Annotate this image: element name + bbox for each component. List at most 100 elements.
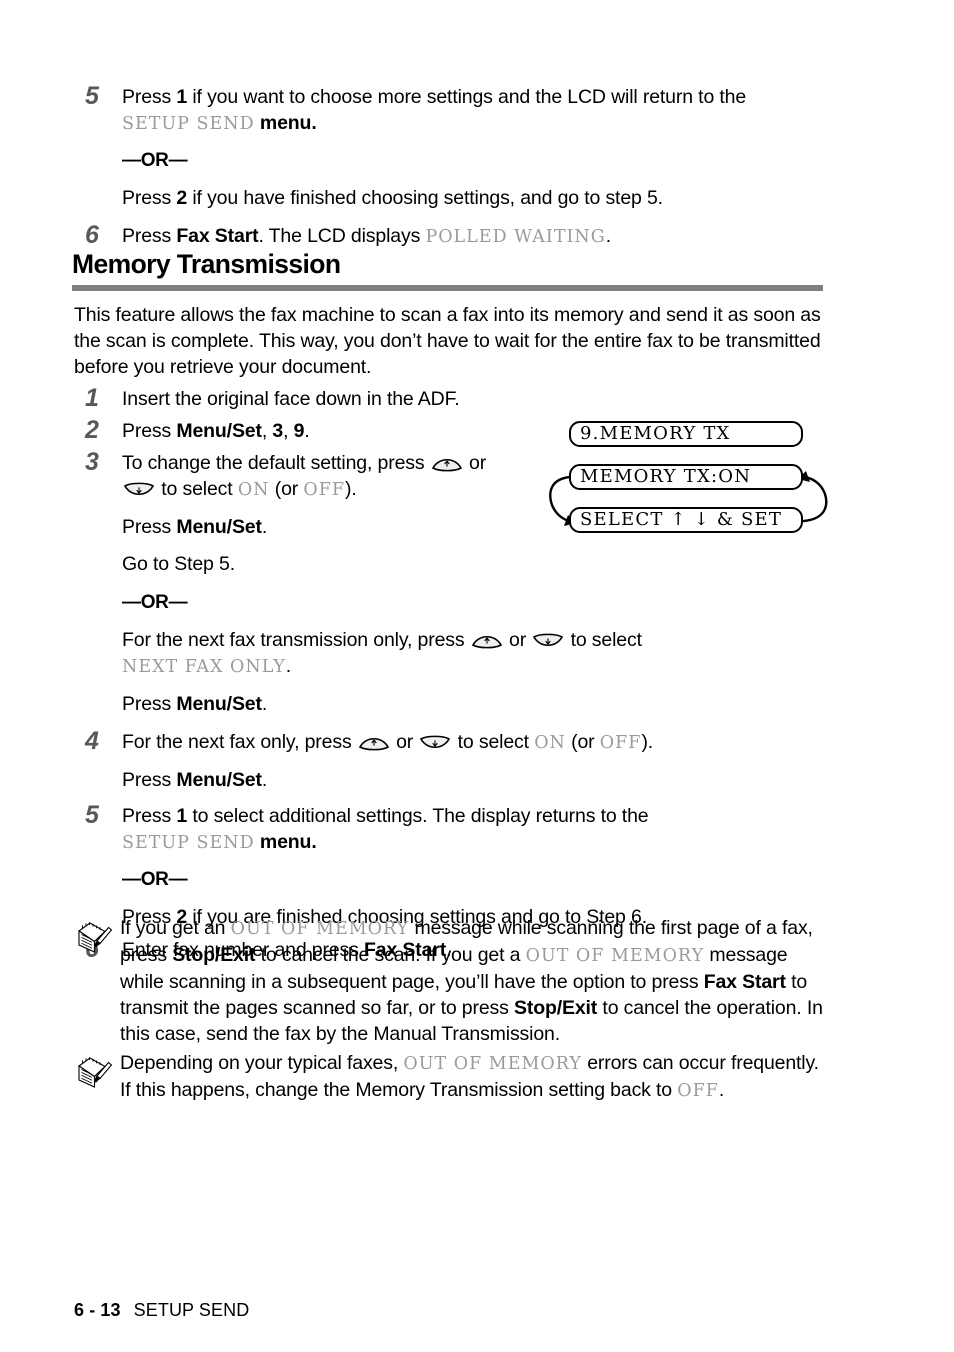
text-fragment: Press: [122, 187, 177, 209]
text-fragment: .: [718, 1079, 725, 1101]
text-fragment: Press: [122, 516, 177, 538]
or-separator: —OR—: [122, 869, 188, 890]
text-fragment: ,: [283, 420, 294, 442]
step-line: Press Menu/Set.: [122, 691, 854, 717]
notepad-pencil-icon: [78, 922, 113, 953]
step-number: 6: [85, 221, 99, 249]
main-step-list: 1 Insert the original face down in the A…: [74, 385, 854, 963]
text-fragment: to select: [156, 478, 238, 500]
lcd-literal: ON: [237, 480, 270, 500]
text-fragment: .: [304, 420, 310, 442]
key-label: Stop/Exit: [172, 944, 256, 966]
lcd-literal: ON: [534, 733, 566, 753]
key-label: Fax Start: [703, 971, 786, 993]
step-line: Press Menu/Set.: [122, 514, 854, 540]
page-footer: 6 - 13 SETUP SEND: [74, 1300, 249, 1321]
step-line: NEXT FAX ONLY.: [122, 653, 854, 680]
down-arrow-key-icon: [531, 631, 565, 651]
key-label: Menu/Set: [176, 693, 262, 715]
step-line: For the next fax transmission only, pres…: [122, 627, 854, 653]
step-line: Press Menu/Set.: [122, 767, 854, 793]
lcd-literal: OUT OF MEMORY: [525, 946, 705, 966]
text-fragment: ,: [261, 420, 273, 442]
text-fragment: to select additional settings. The displ…: [187, 805, 649, 827]
step-line: to select ON (or OFF).: [122, 476, 854, 503]
or-separator: —OR—: [122, 150, 188, 171]
section-intro: This feature allows the fax machine to s…: [74, 304, 821, 378]
step-line: SETUP SEND menu.: [122, 829, 854, 856]
note-block-2: Depending on your typical faxes, OUT OF …: [74, 1050, 834, 1104]
key-label: Menu/Set: [176, 769, 262, 791]
step-line: Press 2 if you have finished choosing se…: [122, 185, 854, 211]
text-fragment: To change the default setting, press: [122, 452, 430, 474]
lcd-literal: OFF: [599, 733, 642, 753]
step-line: Press 1 to select additional settings. T…: [122, 803, 854, 829]
step-item-6-top: 6 Press Fax Start. The LCD displays POLL…: [74, 222, 854, 250]
section-heading: Memory Transmission: [72, 249, 341, 279]
step-item-5-top: 5 Press 1 if you want to choose more set…: [74, 83, 854, 211]
heading-rule: [72, 285, 823, 291]
step-item-5: 5 Press 1 to select additional settings.…: [74, 802, 854, 930]
text-fragment: ).: [345, 478, 357, 500]
text-fragment: ).: [641, 731, 654, 753]
key-label: Menu/Set: [176, 516, 262, 538]
step-item-1: 1 Insert the original face down in the A…: [74, 385, 854, 412]
note-text: Depending on your typical faxes, OUT OF …: [120, 1050, 834, 1104]
key-label: 9: [293, 420, 305, 442]
down-arrow-key-icon: [418, 733, 452, 753]
step-number: 1: [85, 384, 99, 412]
step-line: Press Fax Start. The LCD displays POLLED…: [122, 223, 854, 250]
text-fragment: to select: [452, 731, 535, 753]
step-item-3-continued: —OR— For the next fax transmission only,…: [74, 589, 854, 717]
up-arrow-key-icon: [470, 631, 504, 651]
step-line: SETUP SEND menu.: [122, 110, 854, 137]
step-body: Insert the original face down in the ADF…: [122, 385, 854, 412]
step-body: —OR— For the next fax transmission only,…: [122, 589, 854, 717]
notepad-pencil-icon: [78, 1057, 113, 1088]
step-body: To change the default setting, press or …: [122, 449, 854, 577]
text-fragment: For the next fax only, press: [122, 731, 357, 753]
text-fragment: Press: [122, 86, 177, 108]
text-fragment: to cancel the scan. If you get a: [255, 944, 526, 966]
text-fragment: Press: [122, 805, 177, 827]
key-label: Menu/Set: [176, 420, 262, 442]
up-arrow-key-icon: [357, 733, 391, 753]
step-body: Press Fax Start. The LCD displays POLLED…: [122, 222, 854, 250]
step-line: Go to Step 5.: [122, 553, 235, 575]
lcd-literal: OFF: [303, 480, 346, 500]
key-label: Stop/Exit: [514, 997, 598, 1019]
step-line: Press 1 if you want to choose more setti…: [122, 84, 854, 110]
step-item-4: 4 For the next fax only, press or to sel…: [74, 728, 854, 793]
lcd-literal: SETUP SEND: [122, 833, 255, 853]
text-fragment: Press: [122, 693, 177, 715]
step-line: To change the default setting, press or: [122, 450, 854, 476]
text-fragment: .: [605, 225, 611, 247]
text-fragment: or: [390, 731, 419, 753]
text-fragment: Depending on your typical faxes,: [120, 1052, 404, 1074]
step-item-2: 2 Press Menu/Set, 3, 9.: [74, 417, 854, 444]
text-fragment: to select: [565, 629, 642, 651]
key-label: 1: [176, 805, 188, 827]
step-number: 5: [85, 82, 99, 110]
step-line: For the next fax only, press or to selec…: [122, 729, 854, 756]
step-body: For the next fax only, press or to selec…: [122, 728, 854, 793]
lcd-literal: POLLED WAITING: [425, 227, 606, 247]
step-item-3: 3 To change the default setting, press o…: [74, 449, 854, 577]
text-fragment: Press: [122, 769, 177, 791]
down-arrow-key-icon: [122, 480, 156, 500]
step-number: 4: [85, 727, 99, 755]
step-body: Press Menu/Set, 3, 9.: [122, 417, 854, 444]
text-fragment: (or: [269, 478, 304, 500]
text-fragment: or: [463, 452, 487, 474]
key-label: 3: [272, 420, 284, 442]
text-fragment: For the next fax transmission only, pres…: [122, 629, 470, 651]
lcd-literal: OFF: [677, 1081, 719, 1101]
step-number: 3: [85, 448, 99, 476]
text-fragment: if you have finished choosing settings, …: [187, 187, 663, 209]
note-block-1: If you get an OUT OF MEMORY message whil…: [74, 915, 834, 1047]
or-separator: —OR—: [122, 592, 188, 613]
step-body: Press 1 if you want to choose more setti…: [122, 83, 854, 211]
key-label: 1: [176, 86, 188, 108]
step-line: Press Menu/Set, 3, 9.: [122, 418, 854, 444]
text-fragment: menu.: [254, 831, 317, 853]
